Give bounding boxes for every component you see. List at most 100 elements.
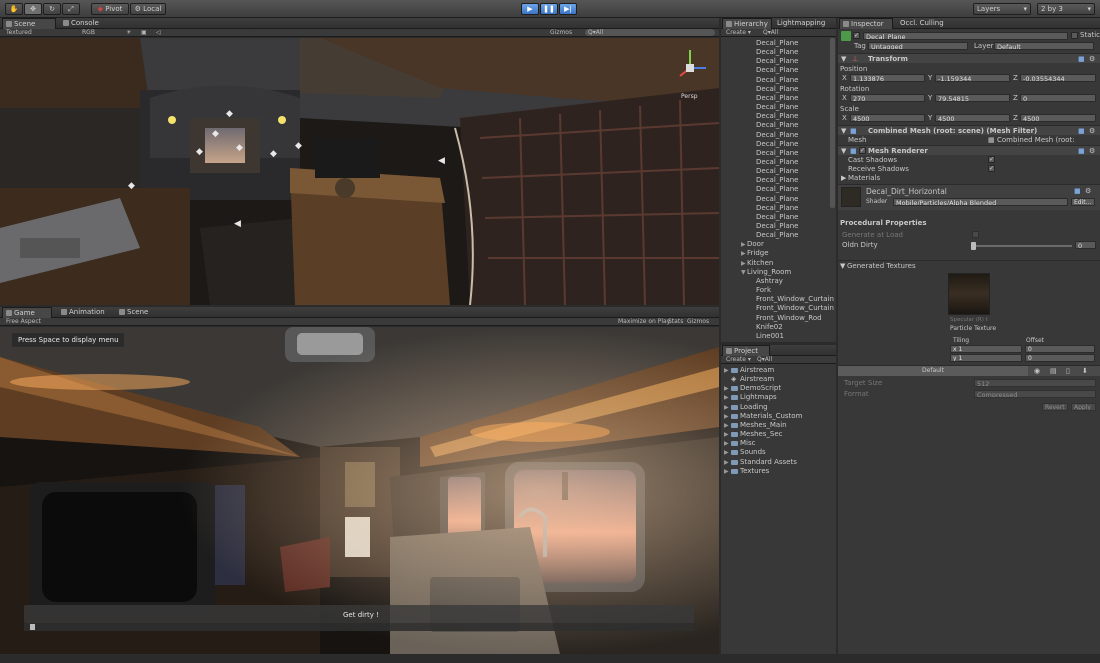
project-item[interactable]: Airstream [740,366,774,375]
offset-y-field[interactable]: 0 [1025,354,1095,362]
fold-arrow-icon[interactable]: ▶ [724,385,729,392]
hierarchy-item[interactable]: Decal_Plane [756,66,798,75]
download-platform-icon[interactable]: ⬇ [1082,367,1088,375]
mesh-filter-header[interactable]: ▼ ■ Combined Mesh (root: scene) (Mesh Fi… [838,125,1100,135]
oldn-dirty-slider-track[interactable] [972,245,1072,247]
generate-at-load-checkbox[interactable] [972,231,979,238]
project-item[interactable]: Materials_Custom [740,412,802,421]
fold-arrow-icon[interactable]: ▶ [741,241,746,248]
hierarchy-item[interactable]: Decal_Plane [756,76,798,85]
rotation-z-field[interactable]: 0 [1020,94,1096,102]
game-viewport[interactable]: Press Space to display menu Get dirty ! [0,327,719,654]
help-icon[interactable]: ■ [1074,187,1081,195]
transform-header[interactable]: ▼ ⊥ Transform ■ ⚙ [838,53,1100,63]
position-x-field[interactable]: 1.133876 [850,74,925,82]
fold-arrow-icon[interactable]: ▶ [724,367,729,374]
hierarchy-item[interactable]: Fork [756,286,771,295]
help-icon[interactable]: ■ [1078,146,1085,156]
receive-shadows-checkbox[interactable]: ✓ [988,165,995,172]
gear-icon[interactable]: ⚙ [1089,146,1095,156]
layout-dropdown[interactable]: 2 by 3 ▾ [1037,3,1095,15]
rotation-x-field[interactable]: 270 [850,94,925,102]
hierarchy-item[interactable]: Front_Window_Curtain [756,295,834,304]
hierarchy-group[interactable]: Kitchen [747,259,773,268]
project-item[interactable]: Loading [740,403,768,412]
hierarchy-item[interactable]: Decal_Plane [756,94,798,103]
hierarchy-item[interactable]: Decal_Plane [756,39,798,48]
step-button[interactable]: ▶| [559,3,577,15]
web-platform-icon[interactable]: ◉ [1034,367,1040,375]
oldn-dirty-slider-handle[interactable] [971,242,976,250]
fold-arrow-icon[interactable]: ▶ [724,394,729,401]
project-item[interactable]: Standard Assets [740,458,797,467]
oldn-dirty-value-field[interactable]: 0 [1075,241,1096,249]
tab-game[interactable]: Game [2,307,52,318]
tiling-y-field[interactable]: y 1 [950,354,1022,362]
tiling-x-field[interactable]: x 1 [950,345,1022,353]
help-icon[interactable]: ■ [1078,126,1085,136]
hierarchy-item[interactable]: Decal_Plane [756,48,798,57]
gear-icon[interactable]: ⚙ [1085,187,1091,195]
color-mode-dropdown[interactable]: RGB [82,29,95,37]
hierarchy-item[interactable]: Line001 [756,332,784,341]
position-y-field[interactable]: -1.159344 [935,74,1010,82]
fold-arrow-icon[interactable]: ▶ [741,250,746,257]
fold-arrow-icon[interactable]: ▶ [841,174,846,182]
shader-edit-button[interactable]: Edit... [1071,198,1095,206]
tab-console[interactable]: Console [60,18,116,29]
revert-button[interactable]: Revert [1042,403,1068,411]
game-gizmos-dropdown[interactable]: Gizmos [687,318,709,326]
standalone-platform-icon[interactable]: ▤ [1050,367,1057,375]
pivot-button[interactable]: ◆ Pivot [91,3,129,15]
hierarchy-item[interactable]: Decal_Plane [756,204,798,213]
fold-arrow-icon[interactable]: ▶ [724,422,729,429]
format-dropdown[interactable]: Compressed [974,390,1096,398]
maximize-on-play-toggle[interactable]: Maximize on Play [618,318,670,326]
fold-arrow-icon[interactable]: ▶ [724,449,729,456]
hierarchy-item[interactable]: Decal_Plane [756,103,798,112]
cast-shadows-checkbox[interactable]: ✓ [988,156,995,163]
layer-dropdown[interactable]: Default [994,42,1094,50]
fold-arrow-icon[interactable]: ▶ [724,431,729,438]
rotation-y-field[interactable]: 79.54815 [935,94,1010,102]
hierarchy-item[interactable]: Decal_Plane [756,231,798,240]
scene-viewport[interactable]: ◆ ◆ ◆ ◆ ◆ ◆ ◆ ◀ ◀ Persp [0,38,719,305]
fold-arrow-icon[interactable]: ▶ [724,404,729,411]
position-z-field[interactable]: -0.03554344 [1020,74,1096,82]
mobile-platform-icon[interactable]: ▯ [1066,367,1070,375]
rotate-tool-button[interactable]: ↻ [43,3,61,15]
sun-icon[interactable]: ☀ [126,29,131,37]
hierarchy-item[interactable]: Front_Window_Rod [756,314,822,323]
project-item[interactable]: Meshes_Main [740,421,787,430]
scale-y-field[interactable]: 4500 [935,114,1010,122]
tab-lightmapping[interactable]: Lightmapping [773,18,835,29]
fold-arrow-icon[interactable]: ▼ [741,269,746,276]
static-checkbox[interactable] [1071,32,1078,39]
help-icon[interactable]: ■ [1078,54,1085,64]
default-platform-tab[interactable]: Default [838,366,1028,376]
hierarchy-item[interactable]: Decal_Plane [756,158,798,167]
texture-preview[interactable] [948,273,990,315]
scale-x-field[interactable]: 4500 [850,114,925,122]
scale-z-field[interactable]: 4500 [1020,114,1096,122]
materials-label[interactable]: Materials [848,174,880,182]
active-checkbox[interactable]: ✓ [853,32,860,39]
target-size-dropdown[interactable]: 512 [974,379,1096,387]
hierarchy-item[interactable]: Decal_Plane [756,112,798,121]
hierarchy-create-button[interactable]: Create ▾ [726,29,751,37]
mesh-renderer-checkbox[interactable]: ✓ [859,147,866,154]
hierarchy-item[interactable]: Knife02 [756,323,783,332]
render-mode-dropdown[interactable]: Textured [6,29,32,37]
tab-scene[interactable]: Scene [2,18,56,29]
pause-button[interactable]: ❚❚ [540,3,558,15]
tab-hierarchy[interactable]: Hierarchy [722,18,772,29]
persp-label[interactable]: Persp [681,93,698,100]
fold-arrow-icon[interactable]: ▶ [724,459,729,466]
fold-arrow-icon[interactable]: ▶ [724,468,729,475]
hierarchy-scrollbar[interactable] [830,38,835,208]
play-button[interactable]: ▶ [521,3,539,15]
hierarchy-item[interactable]: Ashtray [756,277,783,286]
offset-x-field[interactable]: 0 [1025,345,1095,353]
hierarchy-item[interactable]: Decal_Plane [756,57,798,66]
object-name-field[interactable]: Decal_Plane [863,32,1068,40]
